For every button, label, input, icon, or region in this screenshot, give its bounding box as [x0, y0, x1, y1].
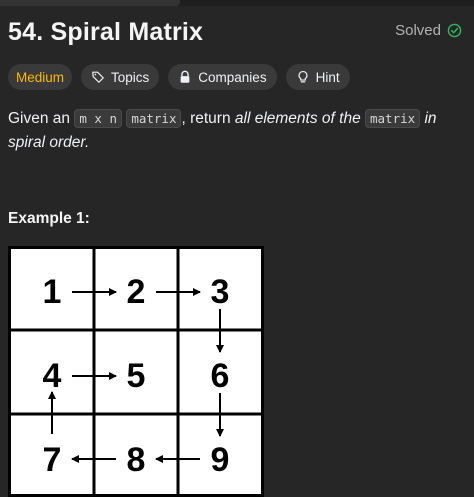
desc-emphasis: all elements of the — [234, 110, 361, 127]
cell-value: 2 — [127, 273, 146, 311]
cell-value: 4 — [43, 357, 62, 395]
example-title: Example 1: — [8, 210, 90, 227]
topics-label: Topics — [111, 69, 150, 85]
cell-value: 9 — [211, 441, 230, 479]
topics-button[interactable]: Topics — [81, 64, 160, 90]
lock-icon — [180, 70, 190, 83]
desc-text: Given an — [8, 110, 71, 127]
desc-text: , return — [181, 110, 231, 127]
hint-button[interactable]: Hint — [285, 64, 350, 90]
cell-value: 7 — [43, 441, 62, 479]
matrix-svg: 1 2 3 4 5 6 7 8 9 — [8, 246, 264, 497]
spiral-matrix-diagram: 1 2 3 4 5 6 7 8 9 — [8, 246, 264, 497]
tag-chips: Medium Topics Companies Hint — [8, 64, 350, 90]
companies-label: Companies — [198, 69, 267, 85]
top-tab-bar — [0, 0, 474, 6]
difficulty-label: Medium — [16, 69, 65, 85]
code-dims: m x n — [74, 109, 122, 128]
problem-title: 54. Spiral Matrix — [8, 18, 204, 46]
difficulty-badge: Medium — [8, 64, 73, 90]
cell-value: 6 — [211, 357, 230, 395]
cell-value: 3 — [211, 273, 230, 311]
solved-label: Solved — [395, 22, 441, 39]
cell-value: 5 — [127, 357, 146, 395]
check-circle-icon — [447, 23, 462, 38]
solved-status: Solved — [395, 22, 462, 39]
editor-tab[interactable] — [0, 0, 180, 6]
tag-icon — [92, 71, 104, 83]
cell-value: 8 — [127, 441, 146, 479]
code-matrix: matrix — [126, 109, 182, 128]
problem-description: Given an m x n matrix, return all elemen… — [8, 107, 464, 155]
hint-label: Hint — [315, 69, 340, 85]
code-matrix: matrix — [365, 109, 421, 128]
cell-value: 1 — [43, 273, 62, 311]
lightbulb-icon — [298, 70, 308, 83]
companies-button[interactable]: Companies — [168, 64, 277, 90]
